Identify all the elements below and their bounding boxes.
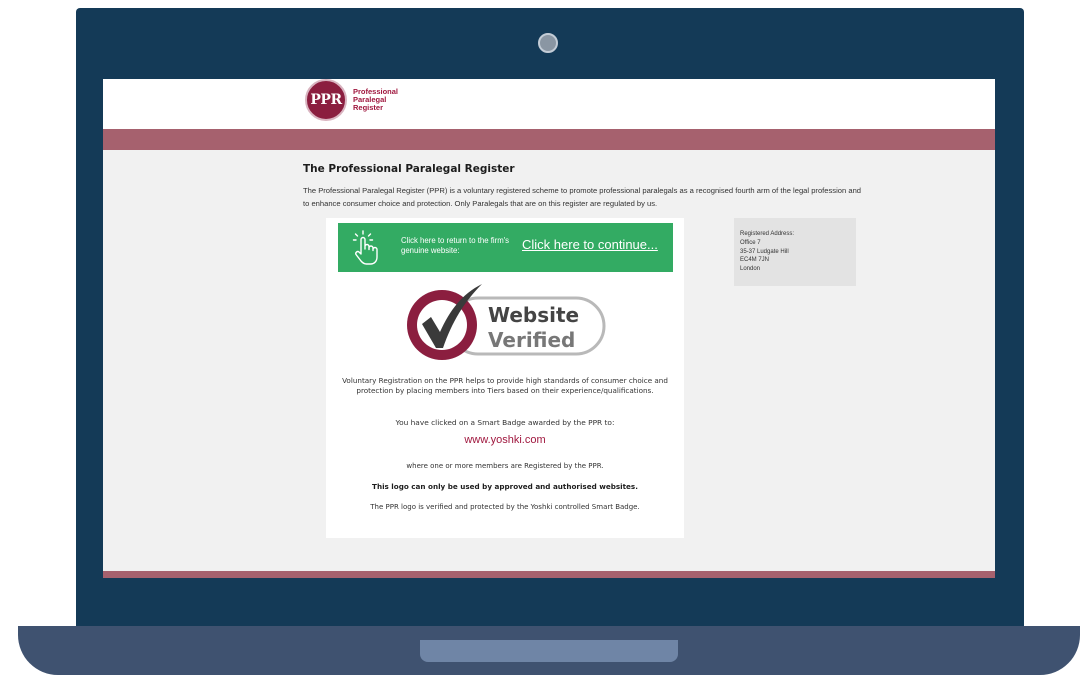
return-to-site-banner[interactable]: Click here to return to the firm's genui… (338, 223, 673, 272)
cta-prompt: Click here to return to the firm's genui… (401, 236, 510, 255)
badge-line2: Verified (488, 328, 575, 352)
address-line: EC4M 7JN (740, 257, 770, 264)
verification-card: Click here to return to the firm's genui… (326, 218, 684, 538)
browser-screen: PPR Professional Paralegal Register The … (103, 79, 995, 578)
pointing-hand-icon (352, 230, 378, 265)
voluntary-registration-text: Voluntary Registration on the PPR helps … (342, 376, 668, 395)
ppr-logo[interactable]: PPR Professional Paralegal Register (303, 79, 413, 123)
badge-line1: Website (488, 303, 579, 327)
webcam-icon (538, 33, 558, 53)
logo-line: Register (353, 103, 384, 112)
continue-link[interactable]: Click here to continue... (522, 237, 672, 252)
website-verified-badge: Website Verified (407, 284, 606, 360)
header-band (103, 129, 995, 150)
page-title: The Professional Paralegal Register (303, 163, 515, 175)
footer-band (103, 571, 995, 578)
site-header: PPR Professional Paralegal Register (103, 79, 995, 129)
protection-text: The PPR logo is verified and protected b… (370, 503, 640, 511)
address-line: London (740, 266, 761, 273)
address-line: Office 7 (740, 239, 761, 246)
registered-address-box: Registered Address: Office 7 35-37 Ludga… (734, 218, 856, 286)
ppr-monogram: PPR (305, 79, 347, 121)
awarded-site-url[interactable]: www.yoshki.com (326, 434, 684, 446)
laptop-notch (420, 640, 678, 662)
smart-badge-text: You have clicked on a Smart Badge awarde… (395, 418, 615, 427)
intro-paragraph: The Professional Paralegal Register (PPR… (303, 186, 862, 208)
logo-wordmark: Professional Paralegal Register (353, 88, 423, 112)
members-text: where one or more members are Registered… (406, 462, 604, 470)
approved-use-text: This logo can only be used by approved a… (372, 482, 638, 491)
address-line: 35-37 Ludgate Hill (740, 248, 789, 255)
address-heading: Registered Address: (740, 231, 795, 237)
